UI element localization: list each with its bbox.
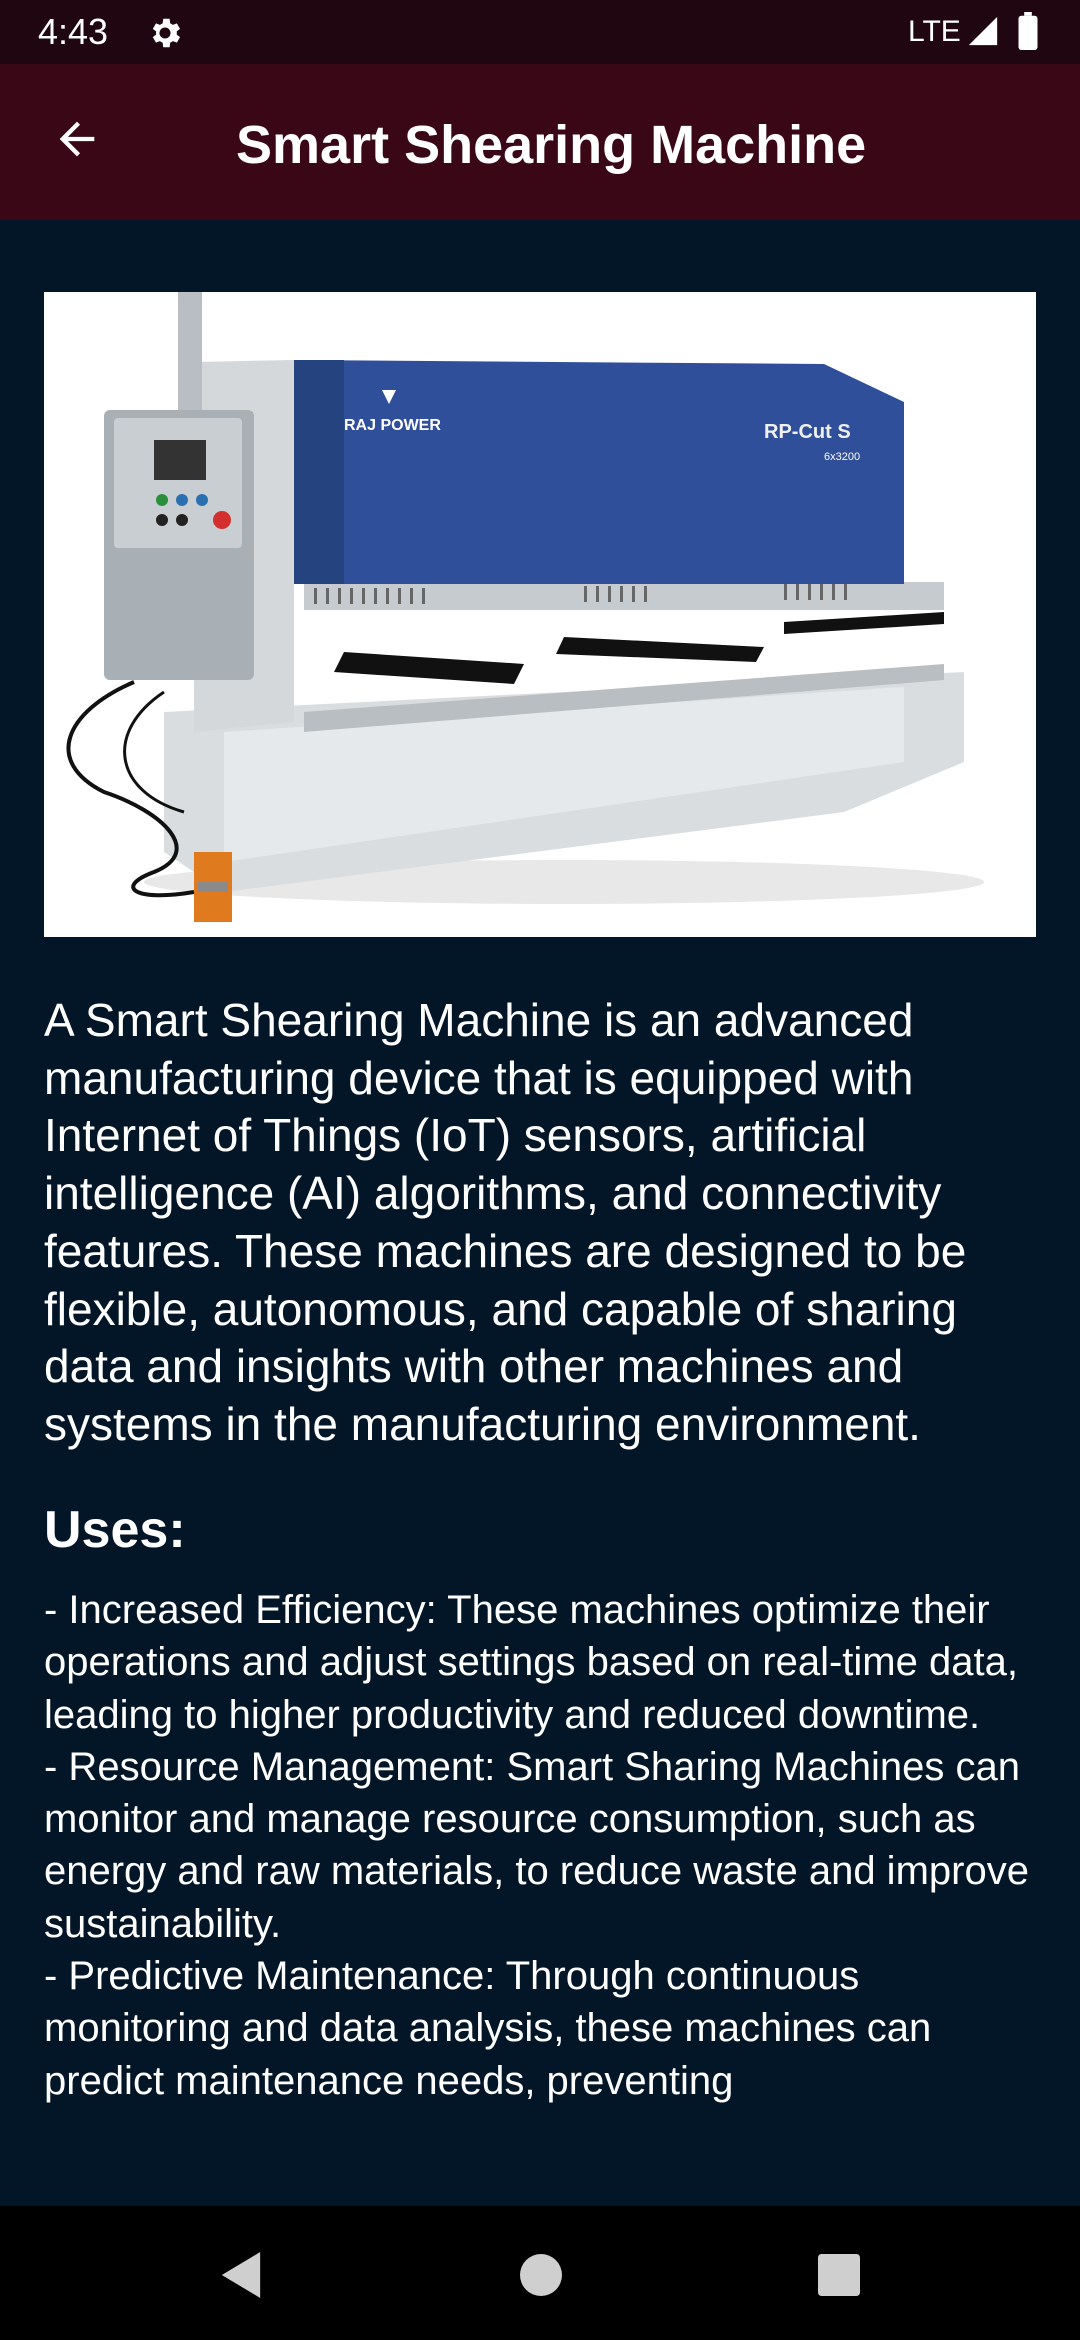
model-label: RP-Cut S bbox=[764, 421, 851, 443]
network-type: LTE bbox=[908, 15, 961, 48]
machine-image: RAJ POWER RP-Cut S 6x3200 bbox=[44, 292, 1036, 937]
signal-icon bbox=[968, 16, 998, 46]
nav-recents-icon[interactable] bbox=[818, 2254, 860, 2296]
nav-home-icon[interactable] bbox=[520, 2254, 562, 2296]
status-bar: 4:43 LTE bbox=[0, 0, 1080, 64]
uses-item: - Increased Efficiency: These machines o… bbox=[44, 1588, 1018, 1737]
battery-icon bbox=[1018, 12, 1038, 50]
uses-item: - Predictive Maintenance: Through contin… bbox=[44, 1954, 932, 2103]
nav-back-icon[interactable] bbox=[218, 2250, 264, 2300]
model-sub-label: 6x3200 bbox=[824, 451, 860, 463]
uses-list: - Increased Efficiency: These machines o… bbox=[44, 1584, 1054, 2107]
page-title: Smart Shearing Machine bbox=[236, 115, 867, 175]
brand-label: RAJ POWER bbox=[344, 417, 441, 434]
shearing-machine-illustration: RAJ POWER RP-Cut S 6x3200 bbox=[44, 292, 1036, 937]
arrow-left-icon bbox=[59, 121, 95, 157]
gear-icon bbox=[152, 18, 181, 48]
description-text: A Smart Shearing Machine is an advanced … bbox=[44, 994, 967, 1450]
back-button[interactable] bbox=[44, 106, 110, 172]
status-time: 4:43 bbox=[38, 11, 109, 52]
uses-item: - Resource Management: Smart Sharing Mac… bbox=[44, 1744, 1029, 1946]
uses-heading: Uses: bbox=[44, 1501, 186, 1559]
